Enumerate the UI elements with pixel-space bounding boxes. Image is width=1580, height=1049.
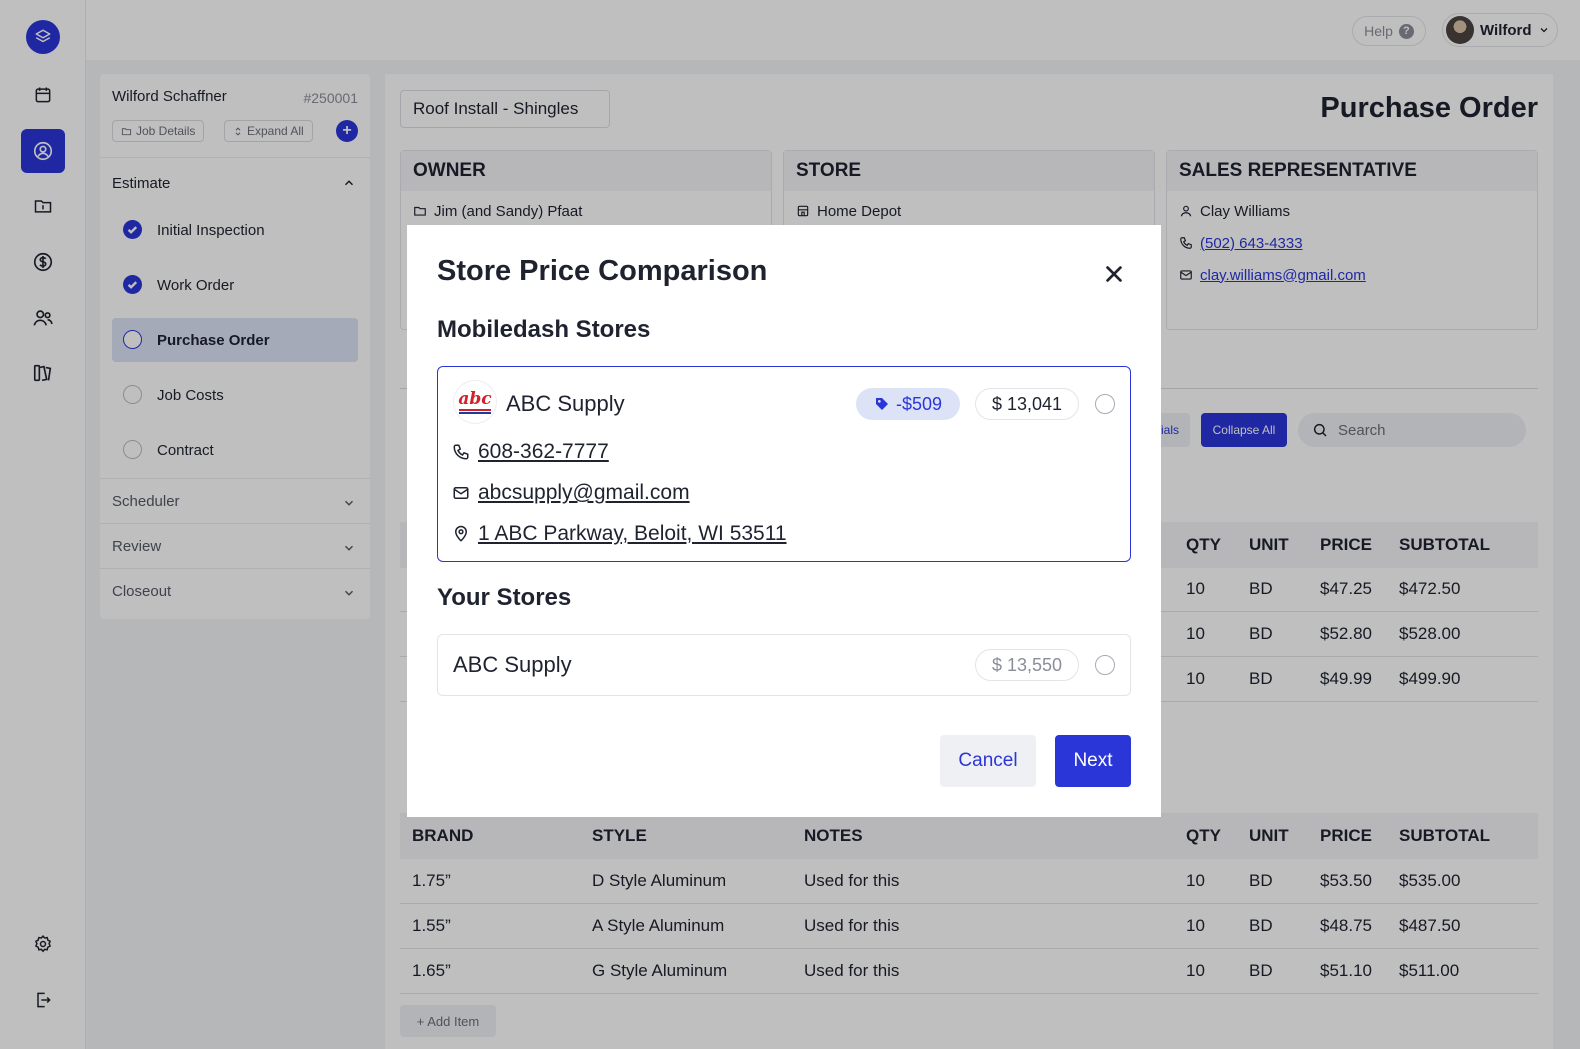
store-phone-row: 608-362-7777 <box>452 440 609 464</box>
tag-icon <box>875 398 888 410</box>
mobiledash-store-option[interactable]: abc ABC Supply -$509 $ 13,041 608-362-77… <box>437 366 1131 562</box>
store-radio[interactable] <box>1095 655 1115 675</box>
your-store-option[interactable]: ABC Supply $ 13,550 <box>437 634 1131 696</box>
cancel-button[interactable]: Cancel <box>940 735 1036 787</box>
store-name: ABC Supply <box>506 391 625 416</box>
map-pin-icon <box>454 525 468 542</box>
mobiledash-stores-heading: Mobiledash Stores <box>437 316 651 343</box>
store-name: ABC Supply <box>453 652 572 677</box>
price-badge: $ 13,041 <box>975 388 1079 420</box>
next-label: Next <box>1073 750 1113 771</box>
store-email-link[interactable]: abcsupply@gmail.com <box>478 481 690 505</box>
price-amount: $ 13,041 <box>991 393 1063 414</box>
price-badge: $ 13,550 <box>975 649 1079 681</box>
store-price-comparison-modal: Store Price Comparison Mobiledash Stores… <box>407 225 1161 817</box>
store-radio[interactable] <box>1095 394 1115 414</box>
your-stores-heading: Your Stores <box>437 584 572 611</box>
cancel-label: Cancel <box>958 750 1018 771</box>
store-address-row: 1 ABC Parkway, Beloit, WI 53511 <box>452 522 787 546</box>
store-address-link[interactable]: 1 ABC Parkway, Beloit, WI 53511 <box>478 522 787 546</box>
next-button[interactable]: Next <box>1055 735 1131 787</box>
savings-amount: -$509 <box>895 393 943 414</box>
price-amount: $ 13,550 <box>991 654 1063 675</box>
abc-supply-logo: abc <box>454 381 496 423</box>
phone-icon <box>453 444 469 460</box>
mail-icon <box>453 487 469 499</box>
close-icon[interactable] <box>1103 263 1125 285</box>
modal-title: Store Price Comparison <box>437 255 768 287</box>
savings-badge: -$509 <box>856 388 960 420</box>
store-email-row: abcsupply@gmail.com <box>452 481 690 505</box>
store-phone-link[interactable]: 608-362-7777 <box>478 440 609 464</box>
